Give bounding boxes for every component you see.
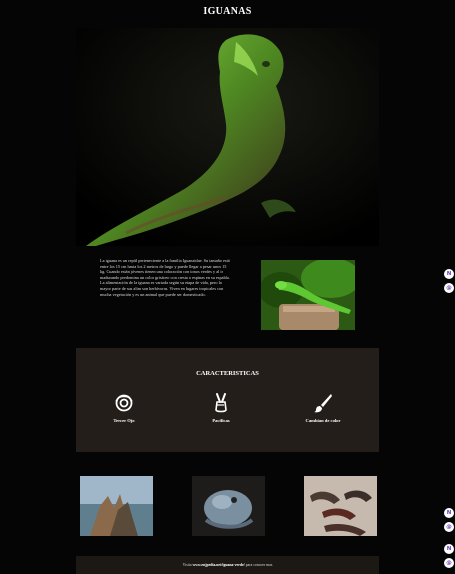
page-title: IGUANAS [203,6,252,17]
peace-hand-icon [215,393,227,413]
intro-paragraph: La iguana es un reptil perteneciente a l… [100,258,230,297]
gallery-image-marine-iguanas [304,476,377,536]
feature-label: Cambian de color [305,418,341,423]
floating-action-button[interactable]: @ [444,558,454,568]
floating-action-button[interactable]: @ [444,522,454,532]
floating-action-button[interactable]: N [444,269,454,279]
floating-action-button[interactable]: @ [444,283,454,293]
feature-third-eye: Tercer Ojo [89,393,159,423]
paintbrush-icon [314,394,332,413]
footer-suffix: para conocer mas [245,563,273,567]
gallery-image-driftwood [80,476,153,536]
floating-action-button[interactable]: N [444,544,454,554]
feature-label: Pacificas [212,418,230,423]
feature-peaceful: Pacificas [186,393,256,423]
eye-icon [115,394,133,412]
feature-label: Tercer Ojo [113,418,135,423]
footer-link[interactable]: www.enjpedia.net/iguana-verde/ [192,563,244,567]
footer-prefix: Visita [182,563,192,567]
floating-action-button[interactable]: N [444,508,454,518]
gallery-image-iguana-head [192,476,265,536]
features-section: CARACTERISTICAS Tercer Ojo Pacificas Cam… [76,348,379,452]
green-iguana-photo [261,260,355,330]
feature-change-color: Cambian de color [288,393,358,423]
features-title: CARACTERISTICAS [196,370,259,377]
footer: Visita www.enjpedia.net/iguana-verde/ pa… [76,556,379,574]
footer-text: Visita www.enjpedia.net/iguana-verde/ pa… [76,563,379,567]
hero-iguana-image [76,28,379,246]
